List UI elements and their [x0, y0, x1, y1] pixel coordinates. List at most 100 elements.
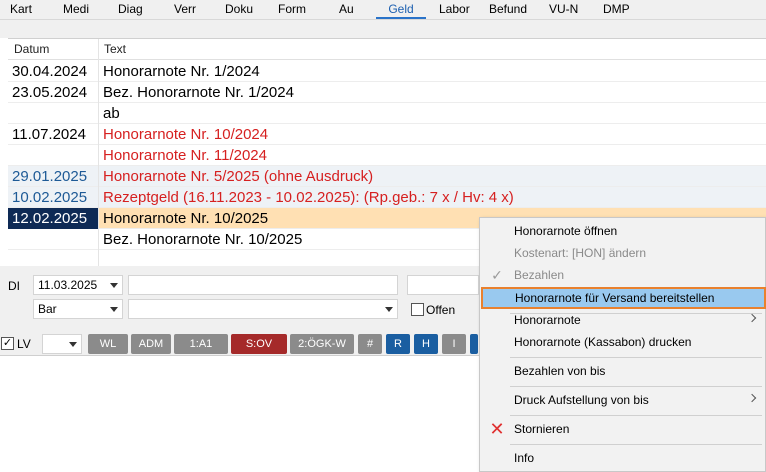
menu-item-bezahlen: ✓ Bezahlen [480, 264, 766, 286]
chevron-right-icon [747, 393, 757, 403]
menu-separator [510, 444, 762, 445]
tab-doku[interactable]: Doku [225, 0, 253, 19]
module-tab-bar: Kart Medi Diag Verr Doku Form Au Geld La… [0, 0, 766, 20]
r-button[interactable]: R [386, 334, 410, 354]
row-text: Honorarnote Nr. 11/2024 [103, 147, 267, 164]
tab-au[interactable]: Au [339, 0, 354, 19]
tab-form[interactable]: Form [278, 0, 306, 19]
menu-separator [510, 415, 762, 416]
menu-item-label: Honorarnote öffnen [514, 224, 618, 238]
menu-item-label: Stornieren [514, 422, 570, 436]
lv-dropdown[interactable] [42, 334, 82, 354]
row-text: Bez. Honorarnote Nr. 10/2025 [103, 231, 303, 248]
table-row[interactable]: ab [8, 103, 766, 124]
tab-geld[interactable]: Geld [376, 0, 426, 19]
column-divider [98, 39, 99, 267]
menu-item-label: Druck Aufstellung von bis [514, 393, 649, 407]
text-input[interactable] [128, 275, 398, 295]
menu-item-label: Bezahlen von bis [514, 364, 606, 378]
payment-value: Bar [38, 302, 57, 316]
row-date: 29.01.2025 [12, 168, 88, 185]
wl-button[interactable]: WL [88, 334, 128, 354]
row-text: Honorarnote Nr. 5/2025 (ohne Ausdruck) [103, 168, 374, 185]
h-button[interactable]: H [414, 334, 438, 354]
menu-item-versand-bereitstellen[interactable]: Honorarnote für Versand bereitstellen [481, 287, 766, 309]
row-date: 12.02.2025 [8, 208, 98, 229]
offen-label: Offen [426, 303, 456, 317]
row-text: ab [103, 105, 120, 122]
row-date: 10.02.2025 [12, 189, 88, 206]
menu-item-info[interactable]: Info [480, 447, 766, 469]
header-datum[interactable]: Datum [14, 39, 49, 59]
tab-verr[interactable]: Verr [174, 0, 196, 19]
menu-item-kostenart-aendern: Kostenart: [HON] ändern [480, 242, 766, 264]
row-date [8, 103, 98, 124]
menu-item-label: Honorarnote (Kassabon) drucken [514, 335, 692, 349]
menu-item-druck-aufstellung[interactable]: Druck Aufstellung von bis [480, 389, 766, 411]
header-text[interactable]: Text [104, 39, 126, 59]
adm-button[interactable]: ADM [131, 334, 171, 354]
row-date: 30.04.2024 [12, 63, 88, 80]
row-text: Honorarnote Nr. 10/2024 [103, 126, 269, 143]
table-row[interactable]: Honorarnote Nr. 11/2024 [8, 145, 766, 166]
tab-befund[interactable]: Befund [489, 0, 527, 19]
tab-diag[interactable]: Diag [118, 0, 143, 19]
ogk-w-button[interactable]: 2:ÖGK-W [290, 334, 354, 354]
tab-labor[interactable]: Labor [439, 0, 470, 19]
sov-button[interactable]: S:OV [231, 334, 287, 354]
table-row[interactable]: 30.04.2024 Honorarnote Nr. 1/2024 [8, 61, 766, 82]
row-date [8, 229, 98, 250]
lv-checkbox[interactable]: ✓ [1, 337, 14, 350]
payment-dropdown[interactable]: Bar [33, 299, 123, 319]
menu-item-honorarnote-submenu[interactable]: Honorarnote [480, 309, 766, 331]
chevron-right-icon [747, 313, 757, 323]
menu-item-honorarnote-oeffnen[interactable]: Honorarnote öffnen [480, 220, 766, 242]
menu-item-label: Info [514, 451, 535, 465]
grid-header: Datum Text [8, 39, 766, 60]
row-text: Bez. Honorarnote Nr. 1/2024 [103, 84, 294, 101]
chevron-down-icon [110, 283, 118, 288]
check-icon: ✓ [2, 337, 13, 349]
row-date: 23.05.2024 [12, 84, 88, 101]
row-date [8, 145, 98, 166]
row-text: Honorarnote Nr. 1/2024 [103, 63, 260, 80]
check-icon: ✓ [491, 267, 503, 283]
menu-separator [510, 357, 762, 358]
tab-medi[interactable]: Medi [63, 0, 89, 19]
menu-item-bezahlen-von-bis[interactable]: Bezahlen von bis [480, 360, 766, 382]
a1-button[interactable]: 1:A1 [174, 334, 228, 354]
tab-spacer [0, 20, 766, 38]
offen-checkbox[interactable] [411, 303, 424, 316]
table-row[interactable]: 29.01.2025 Honorarnote Nr. 5/2025 (ohne … [8, 166, 766, 187]
weekday-label: DI [8, 279, 20, 293]
row-date: 11.07.2024 [12, 126, 86, 143]
amount-input[interactable] [407, 275, 479, 295]
date-value: 11.03.2025 [38, 278, 98, 292]
menu-separator [510, 386, 762, 387]
account-dropdown[interactable] [128, 299, 398, 319]
table-row[interactable]: 10.02.2025 Rezeptgeld (16.11.2023 - 10.0… [8, 187, 766, 208]
lv-label: LV [17, 337, 31, 351]
chevron-down-icon [69, 342, 77, 347]
menu-item-label: Honorarnote für Versand bereitstellen [515, 291, 715, 305]
tab-kart[interactable]: Kart [10, 0, 32, 19]
row-text: Honorarnote Nr. 10/2025 [103, 210, 269, 227]
chevron-down-icon [385, 307, 393, 312]
cross-icon: ✕ [489, 419, 505, 439]
hash-button[interactable]: # [358, 334, 382, 354]
chevron-down-icon [110, 307, 118, 312]
menu-item-label: Bezahlen [514, 268, 565, 282]
menu-item-stornieren[interactable]: ✕ Stornieren [480, 418, 766, 440]
table-row[interactable]: 23.05.2024 Bez. Honorarnote Nr. 1/2024 [8, 82, 766, 103]
row-text: Rezeptgeld (16.11.2023 - 10.02.2025): (R… [103, 189, 514, 206]
tab-vu-n[interactable]: VU-N [549, 0, 578, 19]
date-dropdown[interactable]: 11.03.2025 [33, 275, 123, 295]
tab-dmp[interactable]: DMP [603, 0, 630, 19]
menu-item-label: Honorarnote [514, 313, 581, 327]
menu-item-kassabon-drucken[interactable]: Honorarnote (Kassabon) drucken [480, 331, 766, 353]
menu-item-label: Kostenart: [HON] ändern [514, 246, 647, 260]
context-menu: Honorarnote öffnen Kostenart: [HON] ände… [479, 217, 766, 472]
i-button[interactable]: I [442, 334, 466, 354]
more-button[interactable] [470, 334, 478, 354]
table-row[interactable]: 11.07.2024 Honorarnote Nr. 10/2024 [8, 124, 766, 145]
